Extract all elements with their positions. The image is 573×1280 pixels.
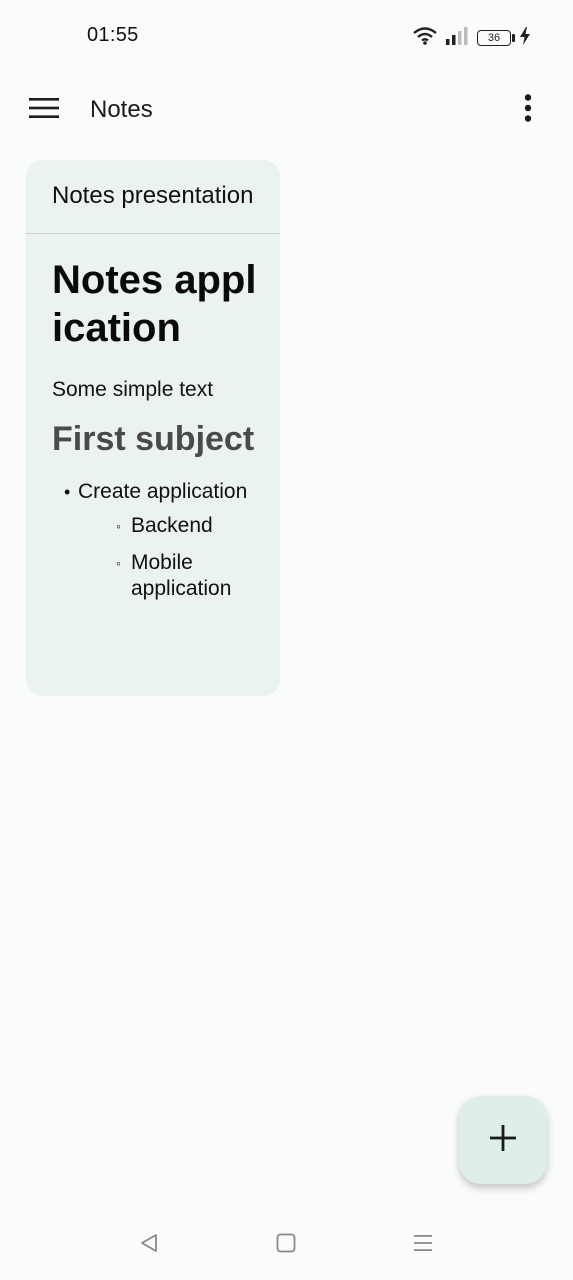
note-heading: Notes application — [52, 258, 257, 350]
status-icons: 36 — [413, 24, 531, 52]
nested-list: ◦ Backend ◦ Mobile application — [78, 513, 258, 602]
back-icon — [139, 1233, 159, 1258]
more-vertical-icon — [524, 93, 532, 127]
menu-button[interactable] — [22, 88, 66, 132]
recents-button[interactable] — [403, 1228, 443, 1262]
nested-list-item: ◦ Backend — [78, 513, 258, 539]
nested-list-item-text: Backend — [131, 514, 213, 537]
status-bar: 01:55 36 — [0, 0, 573, 72]
app-bar: Notes — [0, 72, 573, 148]
home-icon — [276, 1233, 296, 1258]
note-list: • Create application ◦ Backend ◦ Mobile app… — [52, 479, 258, 602]
charging-icon — [519, 26, 531, 50]
battery-icon: 36 — [477, 30, 515, 46]
add-note-button[interactable] — [459, 1096, 547, 1184]
plus-icon — [490, 1124, 516, 1156]
nested-list-item: ◦ Mobile application — [78, 550, 258, 602]
page-title: Notes — [90, 96, 153, 123]
circle-bullet-icon: ◦ — [116, 518, 121, 534]
home-button[interactable] — [266, 1228, 306, 1262]
note-title: Notes presentation — [52, 182, 254, 209]
note-paragraph: Some simple text — [52, 378, 214, 401]
note-preview: Notes application Some simple text First… — [52, 256, 258, 613]
recents-icon — [413, 1233, 433, 1258]
bullet-icon: • — [64, 482, 71, 502]
nested-list-item-text: Mobile application — [131, 551, 232, 600]
more-options-button[interactable] — [506, 88, 550, 132]
wifi-icon — [413, 26, 437, 50]
list-item: • Create application ◦ Backend ◦ Mobile app… — [52, 479, 258, 602]
list-item-text: Create application — [78, 480, 248, 503]
status-time: 01:55 — [87, 24, 139, 46]
signal-icon — [445, 26, 469, 50]
back-button[interactable] — [129, 1228, 169, 1262]
hamburger-menu-icon — [29, 97, 59, 124]
note-subheading: First subject — [52, 420, 255, 458]
circle-bullet-icon: ◦ — [116, 555, 121, 571]
note-card[interactable]: Notes presentation Notes application Som… — [26, 160, 280, 696]
navigation-bar — [0, 1208, 573, 1280]
note-divider — [26, 233, 280, 234]
